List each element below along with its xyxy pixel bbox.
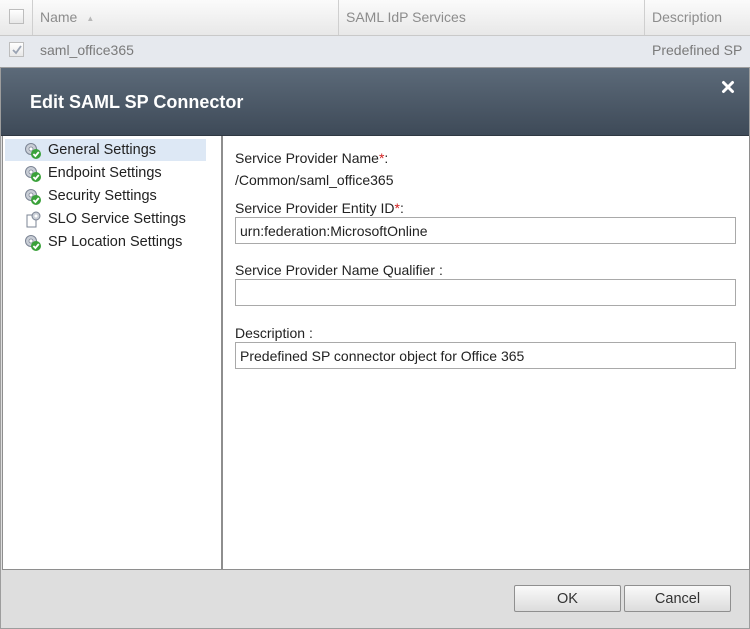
settings-nav: General Settings Endpoint Settings Secur… — [2, 136, 222, 570]
nav-item-sp-location-settings[interactable]: SP Location Settings — [5, 231, 206, 253]
column-header-name[interactable]: Name ▲ — [33, 0, 339, 35]
label-colon: : — [384, 150, 389, 166]
column-header-saml-idp-services[interactable]: SAML IdP Services — [339, 0, 645, 35]
nav-label: Endpoint Settings — [48, 165, 162, 181]
gear-check-icon — [23, 187, 43, 206]
dialog-body: General Settings Endpoint Settings Secur… — [2, 136, 750, 571]
nav-item-security-settings[interactable]: Security Settings — [5, 185, 206, 207]
description-label: Description: — [235, 325, 313, 341]
connector-grid: Name ▲ SAML IdP Services Description saml… — [0, 0, 750, 70]
sp-name-label-text: Service Provider Name — [235, 150, 379, 166]
sp-name-label: Service Provider Name*: — [235, 150, 388, 166]
table-row[interactable]: saml_office365 Predefined SP — [0, 36, 750, 68]
nav-item-general-settings[interactable]: General Settings — [5, 139, 206, 161]
entity-id-label: Service Provider Entity ID*: — [235, 200, 404, 216]
nav-item-endpoint-settings[interactable]: Endpoint Settings — [5, 162, 206, 184]
entity-id-input[interactable] — [235, 217, 736, 244]
nav-label: Security Settings — [48, 188, 157, 204]
close-icon — [722, 81, 734, 93]
entity-id-label-text: Service Provider Entity ID — [235, 200, 395, 216]
nav-item-slo-service-settings[interactable]: SLO Service Settings — [5, 208, 206, 230]
dialog-header: Edit SAML SP Connector — [1, 68, 749, 136]
dialog-footer: OK Cancel — [2, 572, 748, 628]
dialog-title: Edit SAML SP Connector — [30, 92, 244, 112]
edit-saml-sp-connector-dialog: Edit SAML SP Connector General Settings … — [0, 67, 750, 629]
column-header-description[interactable]: Description — [645, 0, 750, 35]
check-icon — [12, 45, 22, 55]
select-all-checkbox[interactable] — [9, 9, 24, 24]
label-colon: : — [399, 200, 404, 216]
label-colon: : — [438, 262, 443, 278]
row-checkbox[interactable] — [9, 42, 24, 57]
row-name-cell: saml_office365 — [40, 42, 134, 58]
nav-label: SLO Service Settings — [48, 211, 186, 227]
close-button[interactable] — [720, 79, 736, 95]
name-qualifier-input[interactable] — [235, 279, 736, 306]
general-settings-form: Service Provider Name*: /Common/saml_off… — [222, 136, 750, 570]
description-input[interactable] — [235, 342, 736, 369]
grid-header: Name ▲ SAML IdP Services Description — [0, 0, 750, 36]
nav-label: SP Location Settings — [48, 234, 183, 250]
gear-check-icon — [23, 164, 43, 183]
nav-label: General Settings — [48, 142, 157, 158]
row-select-cell — [0, 36, 33, 67]
label-colon: : — [309, 325, 313, 341]
name-qualifier-label-text: Service Provider Name Qualifier — [235, 262, 435, 278]
gear-icon — [23, 210, 43, 229]
row-saml-idp-services-cell — [339, 36, 645, 67]
ok-button[interactable]: OK — [514, 585, 621, 612]
sp-name-value: /Common/saml_office365 — [235, 172, 394, 188]
sort-ascending-icon: ▲ — [86, 13, 95, 23]
gear-check-icon — [23, 233, 43, 252]
gear-check-icon — [23, 141, 43, 160]
select-all-cell — [0, 0, 33, 35]
column-header-name-label: Name — [40, 9, 78, 25]
description-label-text: Description — [235, 325, 306, 341]
row-description-cell: Predefined SP — [652, 42, 743, 58]
cancel-button[interactable]: Cancel — [624, 585, 731, 612]
name-qualifier-label: Service Provider Name Qualifier: — [235, 262, 443, 278]
